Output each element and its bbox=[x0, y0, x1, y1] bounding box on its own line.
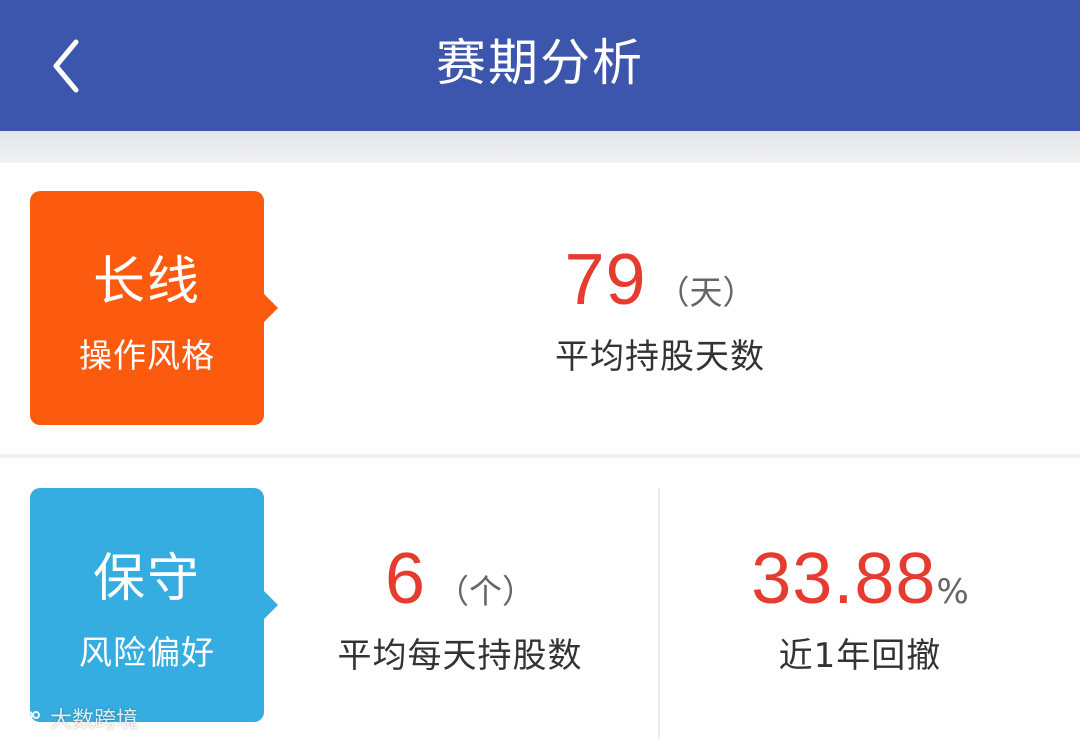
avg-holding-days-unit: （天） bbox=[656, 273, 756, 312]
watermark-text: 大数跨境 bbox=[50, 708, 139, 733]
avg-daily-holdings-label: 平均每天持股数 bbox=[337, 636, 583, 676]
drawdown-stat: 33.88% 近1年回撤 bbox=[700, 538, 1020, 677]
avg-daily-holdings-unit: （个） bbox=[436, 572, 536, 611]
risk-preference-value: 保守 bbox=[92, 549, 201, 609]
avg-daily-holdings-value: 6 bbox=[384, 539, 427, 619]
app-header: 赛期分析 bbox=[0, 0, 1080, 131]
avg-holding-days-label: 平均持股天数 bbox=[555, 337, 765, 377]
drawdown-unit: % bbox=[936, 572, 969, 612]
operation-style-value: 长线 bbox=[92, 252, 201, 312]
risk-card: 保守 风险偏好 6 （个） 平均每天持股数 33.88% 近1年回撤 bbox=[0, 458, 1080, 739]
watermark: 大数跨境 bbox=[8, 700, 138, 736]
drawdown-label: 近1年回撤 bbox=[778, 636, 942, 676]
style-card: 长线 操作风格 79 （天） 平均持股天数 bbox=[0, 163, 1080, 454]
operation-style-tag: 长线 操作风格 bbox=[30, 191, 278, 425]
watermark-logo-icon bbox=[10, 710, 40, 726]
stat-divider bbox=[658, 488, 660, 739]
section-gap bbox=[0, 131, 1080, 163]
risk-preference-label: 风险偏好 bbox=[79, 633, 215, 672]
drawdown-value: 33.88 bbox=[751, 539, 937, 619]
avg-holding-days-stat: 79 （天） 平均持股天数 bbox=[440, 239, 880, 378]
risk-preference-tag: 保守 风险偏好 bbox=[30, 488, 278, 722]
avg-holding-days-value: 79 bbox=[564, 240, 647, 320]
page-title: 赛期分析 bbox=[436, 34, 644, 92]
avg-daily-holdings-stat: 6 （个） 平均每天持股数 bbox=[300, 538, 620, 677]
operation-style-label: 操作风格 bbox=[79, 336, 215, 375]
